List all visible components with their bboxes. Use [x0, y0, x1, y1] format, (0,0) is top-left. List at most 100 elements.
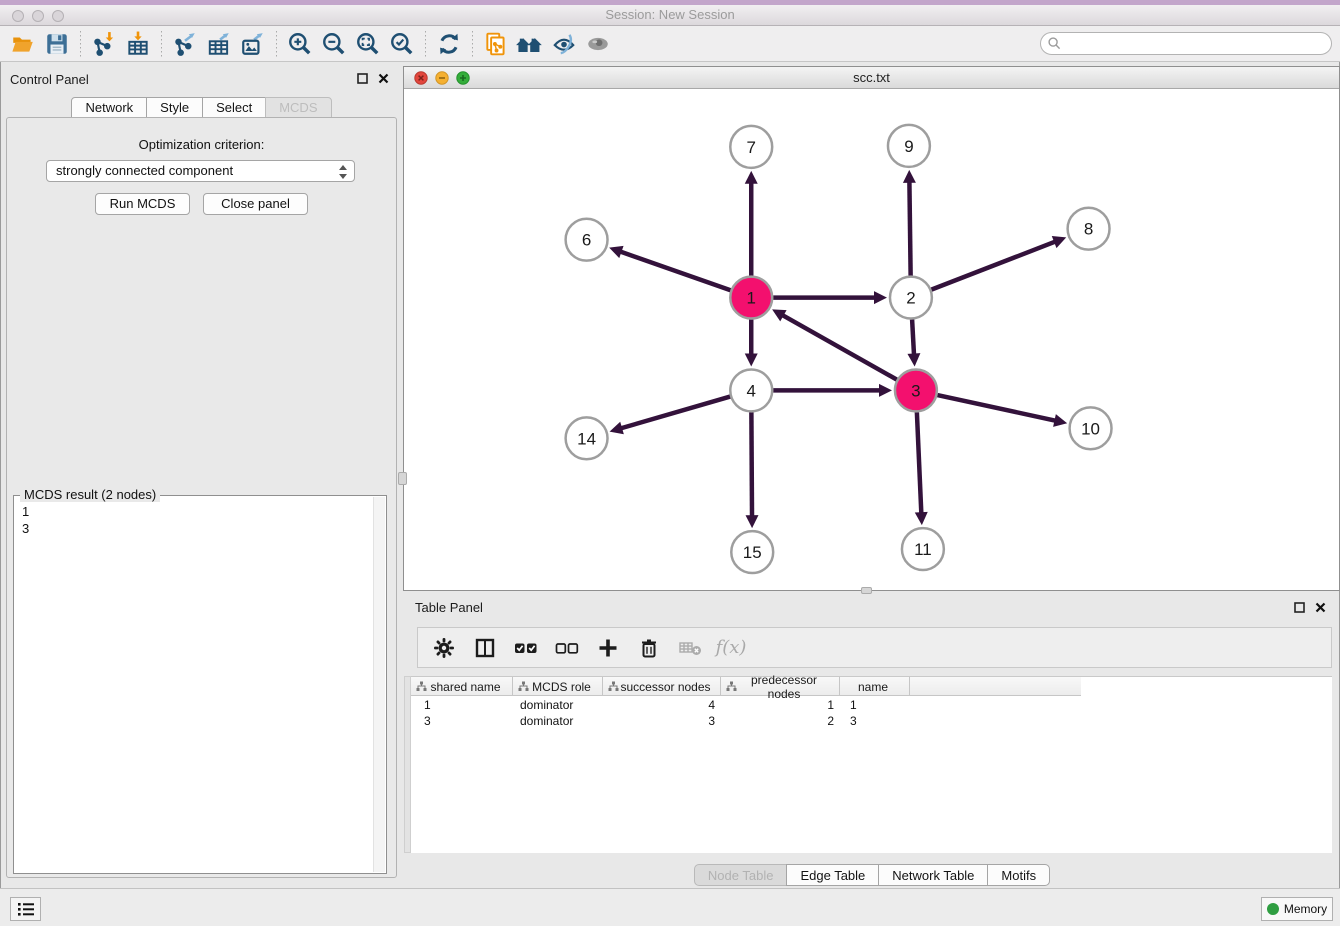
- tab-motifs[interactable]: Motifs: [987, 864, 1050, 886]
- tab-style[interactable]: Style: [146, 97, 203, 118]
- column-header-mcds-role[interactable]: MCDS role: [513, 677, 603, 696]
- graph-node-3[interactable]: 3: [895, 369, 937, 411]
- import-network-icon[interactable]: [87, 29, 121, 59]
- zoom-fit-icon[interactable]: [351, 29, 385, 59]
- criterion-value: strongly connected component: [56, 163, 233, 178]
- new-network-from-selection-icon[interactable]: [479, 29, 513, 59]
- vertical-splitter-handle[interactable]: [398, 472, 407, 485]
- gear-icon[interactable]: [432, 636, 456, 660]
- tab-edge-table[interactable]: Edge Table: [786, 864, 879, 886]
- tab-node-table[interactable]: Node Table: [694, 864, 788, 886]
- graph-node-8[interactable]: 8: [1068, 208, 1110, 250]
- zoom-out-icon[interactable]: [317, 29, 351, 59]
- cell-name: 3: [850, 713, 857, 729]
- search-icon: [1048, 37, 1061, 50]
- tab-select[interactable]: Select: [202, 97, 266, 118]
- network-canvas[interactable]: 7 9 6 8 1 2 4 3 14 10 15 11: [404, 89, 1339, 590]
- graph-edge-2-3[interactable]: [912, 320, 914, 355]
- result-scrollbar[interactable]: [373, 497, 385, 872]
- search-input[interactable]: [1040, 32, 1332, 55]
- delete-table-icon[interactable]: [678, 636, 702, 660]
- table-toolbar: f(x): [417, 627, 1332, 668]
- graph-edge-4-15[interactable]: [751, 412, 752, 516]
- export-table-icon[interactable]: [202, 29, 236, 59]
- graph-node-2[interactable]: 2: [890, 277, 932, 319]
- table-panel-title: Table Panel: [415, 600, 483, 615]
- add-column-icon[interactable]: [596, 636, 620, 660]
- tab-mcds[interactable]: MCDS: [265, 97, 331, 118]
- first-neighbors-icon[interactable]: [513, 29, 547, 59]
- deselect-all-checkboxes-icon[interactable]: [555, 636, 579, 660]
- import-table-icon[interactable]: [121, 29, 155, 59]
- window-titlebar: Session: New Session: [0, 0, 1340, 26]
- column-header-name[interactable]: name: [840, 677, 910, 696]
- close-panel-icon[interactable]: [378, 73, 389, 84]
- hide-graphics-details-icon[interactable]: [547, 29, 581, 59]
- graph-node-11[interactable]: 11: [902, 528, 944, 570]
- cell-name: 1: [850, 697, 857, 713]
- show-graphics-details-icon[interactable]: [581, 29, 615, 59]
- graph-node-4[interactable]: 4: [730, 369, 772, 411]
- delete-column-icon[interactable]: [637, 636, 661, 660]
- graph-node-1[interactable]: 1: [730, 277, 772, 319]
- export-network-icon[interactable]: [168, 29, 202, 59]
- mcds-result-box: MCDS result (2 nodes) 1 3: [13, 495, 387, 874]
- cell-successor-nodes: 3: [603, 713, 715, 729]
- graph-edge-4-14[interactable]: [621, 397, 730, 429]
- apply-function-icon[interactable]: f(x): [719, 636, 743, 660]
- task-history-button[interactable]: [10, 897, 41, 921]
- export-image-icon[interactable]: [236, 29, 270, 59]
- save-session-icon[interactable]: [40, 29, 74, 59]
- graph-edge-2-8[interactable]: [931, 242, 1055, 290]
- graph-edge-arrowhead: [874, 291, 887, 304]
- tab-network-table[interactable]: Network Table: [878, 864, 988, 886]
- apply-preferred-layout-icon[interactable]: [432, 29, 466, 59]
- column-header-successor-nodes[interactable]: successor nodes: [603, 677, 721, 696]
- hierarchy-icon: [518, 681, 529, 692]
- network-graph[interactable]: 7 9 6 8 1 2 4 3 14 10 15 11: [404, 89, 1339, 590]
- horizontal-splitter-handle[interactable]: [861, 587, 872, 594]
- graph-node-label: 6: [582, 231, 591, 250]
- table-header-row: shared name MCDS role successor nodes pr…: [411, 677, 1081, 696]
- graph-edge-arrowhead: [610, 422, 624, 434]
- cell-mcds-role: dominator: [520, 697, 573, 713]
- run-mcds-button[interactable]: Run MCDS: [95, 193, 190, 215]
- graph-edge-2-9[interactable]: [909, 182, 910, 276]
- select-all-checkboxes-icon[interactable]: [514, 636, 538, 660]
- memory-label: Memory: [1284, 902, 1327, 916]
- network-window-titlebar[interactable]: scc.txt: [404, 67, 1339, 89]
- window-title: Session: New Session: [0, 7, 1340, 22]
- close-panel-icon[interactable]: [1315, 602, 1326, 613]
- mcds-result-list[interactable]: 1 3: [22, 503, 29, 537]
- graph-node-7[interactable]: 7: [730, 126, 772, 168]
- column-header-shared-name[interactable]: shared name: [411, 677, 513, 696]
- column-header-predecessor-nodes[interactable]: predecessor nodes: [721, 677, 840, 696]
- graph-node-9[interactable]: 9: [888, 125, 930, 167]
- graph-node-6[interactable]: 6: [566, 219, 608, 261]
- graph-node-10[interactable]: 10: [1070, 407, 1112, 449]
- open-file-icon[interactable]: [6, 29, 40, 59]
- network-view-window: scc.txt 7 9 6 8 1 2 4 3 14 10 15 11: [403, 66, 1340, 591]
- float-panel-icon[interactable]: [1294, 602, 1305, 613]
- zoom-in-icon[interactable]: [283, 29, 317, 59]
- control-panel-title: Control Panel: [10, 72, 89, 87]
- memory-button[interactable]: Memory: [1261, 897, 1333, 921]
- float-panel-icon[interactable]: [357, 73, 368, 84]
- graph-edge-arrowhead: [879, 384, 892, 397]
- graph-node-15[interactable]: 15: [731, 531, 773, 573]
- graph-node-14[interactable]: 14: [566, 417, 608, 459]
- graph-edge-3-11[interactable]: [917, 412, 921, 513]
- status-bar: Memory: [0, 888, 1340, 926]
- close-panel-button[interactable]: Close panel: [203, 193, 308, 215]
- optimization-criterion-select[interactable]: strongly connected component: [46, 160, 355, 182]
- graph-edge-arrowhead: [903, 170, 916, 183]
- graph-edge-3-10[interactable]: [937, 395, 1055, 421]
- cell-predecessor-nodes: 1: [721, 697, 834, 713]
- graph-node-label: 4: [747, 381, 756, 400]
- graph-edge-1-6[interactable]: [620, 252, 730, 291]
- tab-network[interactable]: Network: [71, 97, 147, 118]
- zoom-selected-icon[interactable]: [385, 29, 419, 59]
- show-columns-icon[interactable]: [473, 636, 497, 660]
- graph-edge-3-1[interactable]: [783, 315, 897, 379]
- graph-edge-arrowhead: [745, 353, 758, 366]
